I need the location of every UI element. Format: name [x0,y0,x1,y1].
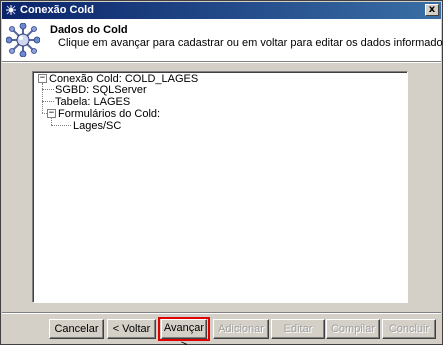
title-bar[interactable]: Conexão Cold x [2,2,441,19]
tree-connector [51,118,52,125]
tree-node-tabela[interactable]: Tabela: LAGES [55,96,130,108]
finish-button[interactable]: Concluir [382,319,436,339]
header-subtitle: Clique em avançar para cadastrar ou em v… [58,37,443,49]
tree-node-formularios[interactable]: Formulários do Cold: [58,108,160,120]
tree-collapse-toggle[interactable]: − [47,109,56,118]
next-button-highlight [158,317,210,341]
tree-connector [42,89,54,90]
compile-button[interactable]: Compilar [326,319,380,339]
tree-node-lages-sc[interactable]: Lages/SC [73,120,121,132]
tree-connector [42,101,54,102]
tree-node-sgbd[interactable]: SGBD: SQLServer [55,84,147,96]
footer-divider [2,312,441,314]
edit-button[interactable]: Editar [271,319,325,339]
tree-connector [51,125,71,126]
window-title: Conexão Cold [20,4,94,16]
add-button[interactable]: Adicionar [213,319,269,339]
wizard-connection-icon [6,23,40,57]
close-icon: x [428,4,436,15]
tree-connector [42,83,43,113]
header-title: Dados do Cold [50,24,128,36]
cancel-button[interactable]: Cancelar [49,319,104,339]
close-button[interactable]: x [425,4,439,16]
wizard-header: Dados do Cold Clique em avançar para cad… [2,19,443,62]
database-connection-icon [6,5,16,15]
tree-collapse-toggle[interactable]: − [38,74,47,83]
summary-tree[interactable]: − Conexão Cold: COLD_LAGES SGBD: SQLServ… [32,71,408,303]
header-divider [2,62,441,63]
back-button[interactable]: < Voltar [107,319,156,339]
wizard-window: Conexão Cold x Dados do Cold Clique em a… [0,0,443,345]
